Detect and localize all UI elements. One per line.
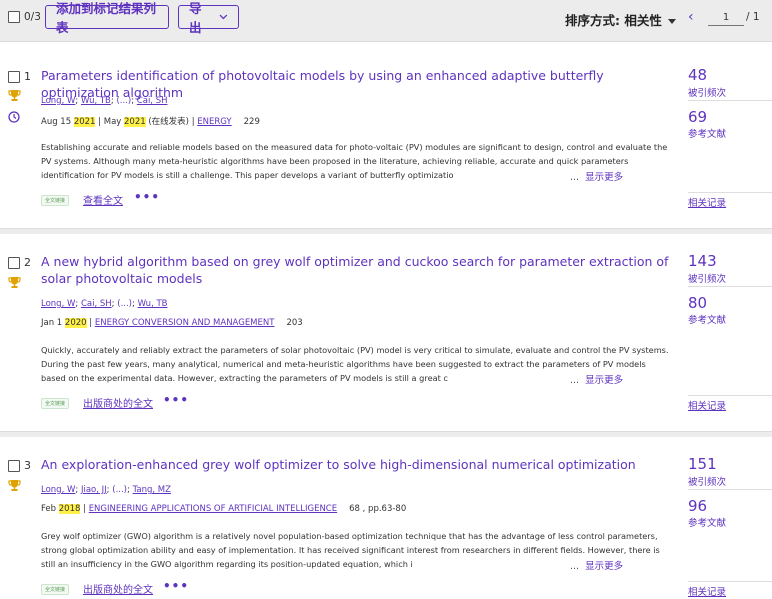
year-highlight: 2021 xyxy=(124,117,146,127)
record-checkbox[interactable] xyxy=(8,257,20,269)
reference-label: 参考文献 xyxy=(688,129,727,140)
related-records-link[interactable]: 相关记录 xyxy=(688,584,726,598)
selected-count: 0/3 xyxy=(24,11,41,23)
date-separator: | May xyxy=(95,117,125,127)
show-more-label: 显示更多 xyxy=(585,172,624,183)
record-title[interactable]: An exploration-enhanced grey wolf optimi… xyxy=(41,456,671,473)
full-text-badge: 全文链接 xyxy=(41,584,70,595)
record-authors: Long, W; Wu, TB; (...); Cai, SH xyxy=(41,96,168,106)
metric-divider xyxy=(688,100,772,101)
author-link[interactable]: Cai, SH xyxy=(81,299,112,309)
year-highlight: 2020 xyxy=(64,318,87,328)
author-link[interactable]: Wu, TB xyxy=(138,299,168,309)
year-highlight: 2018 xyxy=(58,504,81,514)
caret-down-icon xyxy=(667,19,676,24)
full-text-badge: 全文链接 xyxy=(41,398,70,409)
show-more-link[interactable]: ... 显示更多 xyxy=(570,558,623,572)
author-link[interactable]: Tang, MZ xyxy=(133,485,171,495)
clock-icon xyxy=(8,111,20,123)
publish-date: Jan 1 xyxy=(41,318,65,328)
page-total: / 1 xyxy=(746,11,760,23)
metric-divider xyxy=(688,286,772,287)
record-authors: Long, W; Jiao, JJ; (...); Tang, MZ xyxy=(41,485,171,495)
author-link[interactable]: Long, W xyxy=(41,96,75,106)
previous-page-icon[interactable]: ‹ xyxy=(688,9,694,25)
reference-label: 参考文献 xyxy=(688,518,727,529)
record-title[interactable]: A new hybrid algorithm based on grey wol… xyxy=(41,253,671,287)
record-checkbox[interactable] xyxy=(8,460,20,472)
reference-label: 参考文献 xyxy=(688,315,727,326)
view-full-text-link[interactable]: 查看全文 xyxy=(83,192,123,207)
author-ellipsis[interactable]: (...) xyxy=(117,299,132,309)
more-options-icon[interactable]: ••• xyxy=(163,393,189,407)
publish-date: Aug 15 xyxy=(41,117,74,127)
show-more-label: 显示更多 xyxy=(585,375,624,386)
metric-divider xyxy=(688,489,772,490)
export-label: 导出 xyxy=(189,1,202,35)
journal-link[interactable]: ENGINEERING APPLICATIONS OF ARTIFICIAL I… xyxy=(89,504,337,514)
author-link[interactable]: Long, W xyxy=(41,299,75,309)
show-more-link[interactable]: ... 显示更多 xyxy=(570,169,623,183)
citation-count[interactable]: 143 xyxy=(688,252,717,270)
date-separator: | xyxy=(80,504,89,514)
more-options-icon[interactable]: ••• xyxy=(163,579,189,593)
author-link[interactable]: Jiao, JJ xyxy=(81,485,107,495)
volume: 68 , pp.63-80 xyxy=(349,504,407,514)
trophy-icon xyxy=(8,90,21,101)
date-separator: | xyxy=(86,318,95,328)
select-all-checkbox[interactable] xyxy=(8,11,20,23)
sort-dropdown[interactable]: 排序方式: 相关性 xyxy=(565,10,676,29)
show-more-link[interactable]: ... 显示更多 xyxy=(570,372,623,386)
more-options-icon[interactable]: ••• xyxy=(134,190,160,204)
publish-date: Feb xyxy=(41,504,59,514)
volume: 229 xyxy=(243,117,260,127)
record-checkbox[interactable] xyxy=(8,71,20,83)
record-authors: Long, W; Cai, SH; (...); Wu, TB xyxy=(41,299,168,309)
sort-label: 排序方式: 相关性 xyxy=(565,13,662,28)
record-divider xyxy=(0,431,772,437)
trophy-icon xyxy=(8,277,21,288)
author-ellipsis[interactable]: (...) xyxy=(116,96,131,106)
citation-label: 被引频次 xyxy=(688,274,727,285)
reference-count[interactable]: 96 xyxy=(688,497,707,515)
year-highlight: 2021 xyxy=(73,117,96,127)
author-link[interactable]: Long, W xyxy=(41,485,75,495)
add-to-marked-list-button[interactable]: 添加到标记结果列表 xyxy=(45,1,169,35)
journal-link[interactable]: ENERGY CONVERSION AND MANAGEMENT xyxy=(95,318,275,328)
volume: 203 xyxy=(286,318,303,328)
record-divider xyxy=(0,228,772,234)
results-toolbar: 0/3 添加到标记结果列表 导出 排序方式: 相关性 ‹ / 1 xyxy=(0,0,772,42)
full-text-badge: 全文链接 xyxy=(41,195,70,206)
online-date-label: (在线发表) | xyxy=(145,117,198,127)
citation-count[interactable]: 151 xyxy=(688,455,717,473)
journal-link[interactable]: ENERGY xyxy=(197,117,231,127)
author-link[interactable]: Cai, SH xyxy=(137,96,168,106)
export-button[interactable]: 导出 xyxy=(178,1,239,35)
publisher-full-text-link[interactable]: 出版商处的全文 xyxy=(83,581,153,596)
author-link[interactable]: Wu, TB xyxy=(81,96,111,106)
related-records-link[interactable]: 相关记录 xyxy=(688,195,726,209)
reference-count[interactable]: 69 xyxy=(688,108,707,126)
publisher-full-text-link[interactable]: 出版商处的全文 xyxy=(83,395,153,410)
record-number: 3 xyxy=(24,459,31,472)
record-number: 1 xyxy=(24,70,31,83)
page-number-input[interactable] xyxy=(708,10,744,26)
show-more-label: 显示更多 xyxy=(585,561,624,572)
record-source: Aug 15 2021 | May 2021 (在线发表) | ENERGY 22… xyxy=(41,115,260,127)
record-source: Jan 1 2020 | ENERGY CONVERSION AND MANAG… xyxy=(41,318,303,328)
author-ellipsis[interactable]: (...) xyxy=(112,485,127,495)
metric-divider xyxy=(688,581,772,582)
related-records-link[interactable]: 相关记录 xyxy=(688,398,726,412)
record-source: Feb 2018 | ENGINEERING APPLICATIONS OF A… xyxy=(41,504,406,514)
trophy-icon xyxy=(8,480,21,491)
reference-count[interactable]: 80 xyxy=(688,294,707,312)
citation-count[interactable]: 48 xyxy=(688,66,707,84)
record-number: 2 xyxy=(24,256,31,269)
chevron-down-icon xyxy=(219,14,228,20)
metric-divider xyxy=(688,192,772,193)
citation-label: 被引频次 xyxy=(688,477,727,488)
citation-label: 被引频次 xyxy=(688,88,727,99)
metric-divider xyxy=(688,395,772,396)
